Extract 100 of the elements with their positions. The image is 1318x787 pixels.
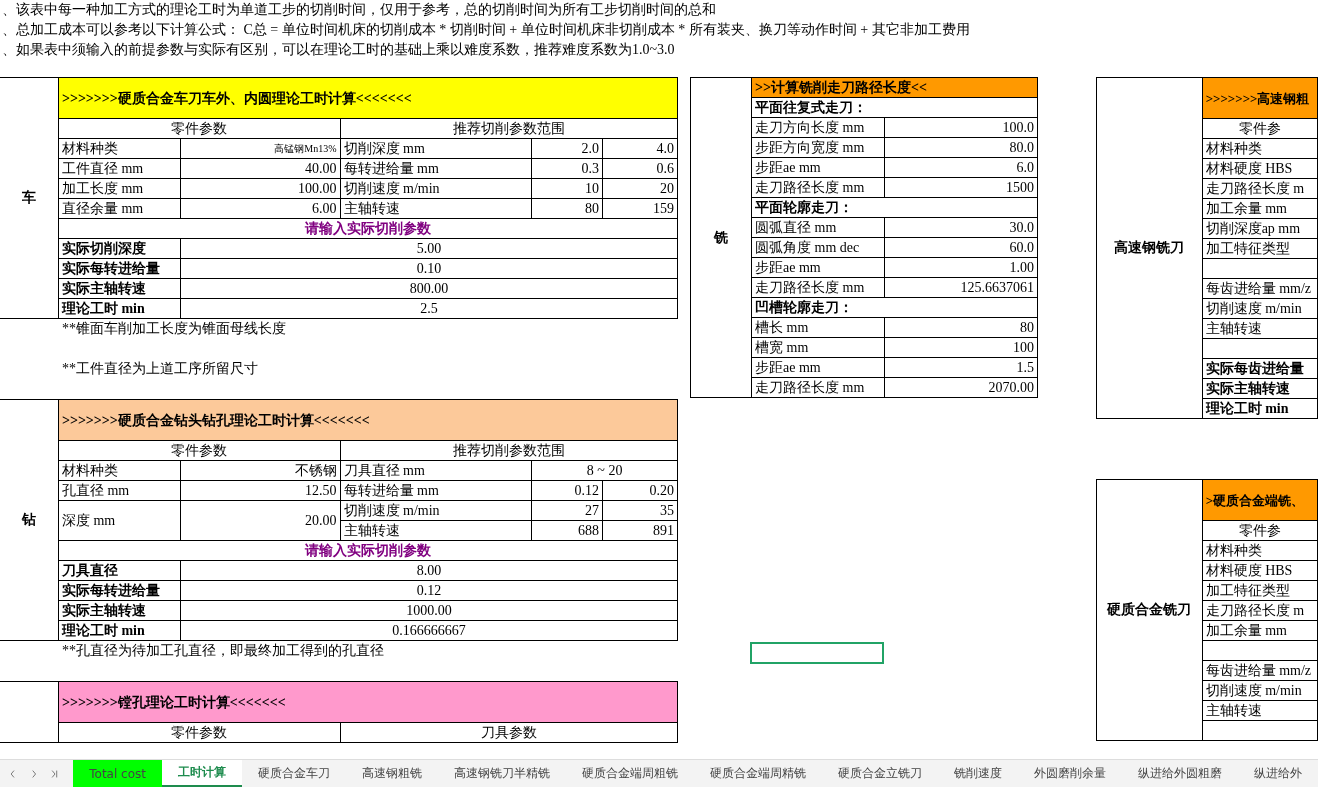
row-label: 平面往复式走刀： — [751, 97, 1038, 118]
table-cell: 加工特征类型 — [1202, 238, 1318, 259]
table-cell: 20.00 — [180, 500, 340, 541]
table-cell: 直径余量 mm — [58, 198, 181, 219]
row-label: 实际主轴转速 — [58, 278, 181, 299]
table-cell: 高锰钢Mn13% — [180, 138, 341, 159]
sheet-tab[interactable]: 硬质合金端周粗铣 — [566, 760, 694, 787]
table-cell: 891 — [602, 520, 678, 541]
table-cell: 12.50 — [180, 480, 340, 501]
table-cell: 主轴转速 — [1202, 318, 1318, 339]
row-label: 理论工时 min — [1202, 398, 1318, 419]
note-text: 、总加工成本可以参考以下计算公式： C总 = 单位时间机床的切削成本 * 切削时间 + 单位时间机床非切削成本 * 所有装夹、换刀等动作时间 + 其它非加工费用 — [2, 21, 971, 39]
row-label: 实际每齿进给量 — [1202, 358, 1318, 379]
table-title: >>>>>>>硬质合金车刀车外、内圆理论工时计算<<<<<<< — [58, 77, 678, 119]
table-cell: 加工余量 mm — [1202, 620, 1318, 641]
table-title: >>>>>>>镗孔理论工时计算<<<<<<< — [58, 681, 678, 723]
table-cell: 每齿进给量 mm/z — [1202, 660, 1318, 681]
table-cell: 主轴转速 — [1202, 700, 1318, 721]
table-cell: 80 — [531, 198, 603, 219]
row-label: 凹槽轮廓走刀： — [751, 297, 1038, 318]
column-header: 零件参数 — [58, 118, 341, 139]
row-label: 平面轮廓走刀： — [751, 197, 1038, 218]
table-cell: 步距ae mm — [751, 257, 885, 278]
table-cell: 10 — [531, 178, 603, 199]
sheet-tab[interactable]: 工时计算 — [162, 760, 242, 787]
table-cell: 走刀路径长度 m — [1202, 178, 1318, 199]
note-text: 、如果表中须输入的前提参数与实际有区别，可以在理论工时的基础上乘以难度系数，推荐难度系数为1.0~3.0 — [2, 41, 676, 59]
table-cell: 20 — [602, 178, 678, 199]
table-cell: 1500 — [884, 177, 1038, 198]
prompt-text: 请输入实际切削参数 — [58, 540, 678, 561]
note-text: 、该表中每一种加工方式的理论工时为单道工步的切削时间，仅用于参考，总的切削时间为所有工步切削时间的总和 — [2, 1, 717, 19]
table-cell: 加工长度 mm — [58, 178, 181, 199]
sheet-tab[interactable]: Total cost — [73, 760, 162, 787]
row-label: 实际主轴转速 — [1202, 378, 1318, 399]
table-cell: 80 — [884, 317, 1038, 338]
table-cell: 5.00 — [180, 238, 678, 259]
table-cell: 8.00 — [180, 560, 678, 581]
table-cell: 每转进给量 mm — [340, 158, 532, 179]
table-cell: 材料种类 — [58, 138, 181, 159]
table-cell: 125.6637061 — [884, 277, 1038, 298]
table-cell: 40.00 — [180, 158, 341, 179]
table-title: >>>>>>>硬质合金钻头钻孔理论工时计算<<<<<<< — [58, 399, 678, 441]
sheet-tab[interactable]: 硬质合金立铣刀 — [822, 760, 938, 787]
table-cell: 100.00 — [180, 178, 341, 199]
table-cell: 1.00 — [884, 257, 1038, 278]
column-header: 推荐切削参数范围 — [340, 118, 678, 139]
section-label: 硬质合金铣刀 — [1107, 601, 1192, 619]
note-text: **孔直径为待加工孔直径，即最终加工得到的孔直径 — [62, 642, 385, 660]
row-label: 实际主轴转速 — [58, 600, 181, 621]
selected-cell[interactable] — [750, 642, 884, 664]
table-cell: 深度 mm — [58, 500, 181, 541]
sheet-tab[interactable]: 铣削速度 — [938, 760, 1018, 787]
sheet-tab[interactable]: 纵进给外 — [1238, 760, 1318, 787]
table-cell: 走刀路径长度 mm — [751, 377, 885, 398]
table-cell: 圆弧直径 mm — [751, 217, 885, 238]
table-cell: 100.0 — [884, 117, 1038, 138]
sheet-tab[interactable]: 硬质合金端周精铣 — [694, 760, 822, 787]
table-cell: 8 ~ 20 — [531, 460, 678, 481]
table-cell: 材料种类 — [1202, 540, 1318, 561]
table-cell: 材料种类 — [58, 460, 181, 481]
table-cell: 不锈钢 — [180, 460, 340, 481]
table-cell: 切削速度 m/min — [1202, 680, 1318, 701]
table-cell: 步距方向宽度 mm — [751, 137, 885, 158]
table-cell: 槽宽 mm — [751, 337, 885, 358]
table-cell: 每齿进给量 mm/z — [1202, 278, 1318, 299]
column-header: 零件参数 — [58, 440, 340, 461]
table-cell: 2.0 — [531, 138, 603, 159]
column-header: 刀具参数 — [340, 722, 678, 743]
row-label: 实际切削深度 — [58, 238, 181, 259]
sheet-tab[interactable]: 外圆磨削余量 — [1018, 760, 1122, 787]
table-cell: 800.00 — [180, 278, 678, 299]
table-cell: 走刀路径长度 mm — [751, 177, 885, 198]
table-cell: 1.5 — [884, 357, 1038, 378]
table-cell: 27 — [531, 500, 603, 521]
sheet-tab[interactable]: 纵进给外圆粗磨 — [1122, 760, 1238, 787]
row-label: 实际每转进给量 — [58, 258, 181, 279]
table-title: >>>>>>>高速钢粗 — [1202, 77, 1318, 119]
table-cell: 2.5 — [180, 298, 678, 319]
table-cell: 35 — [602, 500, 678, 521]
row-label: 理论工时 min — [58, 620, 181, 641]
table-cell: 0.166666667 — [180, 620, 678, 641]
table-cell: 工件直径 mm — [58, 158, 181, 179]
sheet-tab[interactable]: 高速钢铣刀半精铣 — [438, 760, 566, 787]
table-cell: 走刀方向长度 mm — [751, 117, 885, 138]
table-cell: 步距ae mm — [751, 357, 885, 378]
sheet-tab[interactable]: 硬质合金车刀 — [242, 760, 346, 787]
section-label: 车 — [21, 189, 36, 207]
table-cell: 切削速度 m/min — [340, 178, 532, 199]
table-cell: 圆弧角度 mm dec — [751, 237, 885, 258]
table-cell: 加工特征类型 — [1202, 580, 1318, 601]
table-cell: 主轴转速 — [340, 198, 532, 219]
note-text: **工件直径为上道工序所留尺寸 — [62, 360, 259, 378]
table-cell: 6.00 — [180, 198, 341, 219]
section-label: 铣 — [714, 228, 728, 247]
sheet-tab[interactable]: 高速钢粗铣 — [346, 760, 438, 787]
table-cell: 159 — [602, 198, 678, 219]
table-cell: 6.0 — [884, 157, 1038, 178]
table-cell: 材料硬度 HBS — [1202, 158, 1318, 179]
section-label: 钻 — [21, 511, 36, 529]
section-label: 高速钢铣刀 — [1114, 239, 1185, 257]
